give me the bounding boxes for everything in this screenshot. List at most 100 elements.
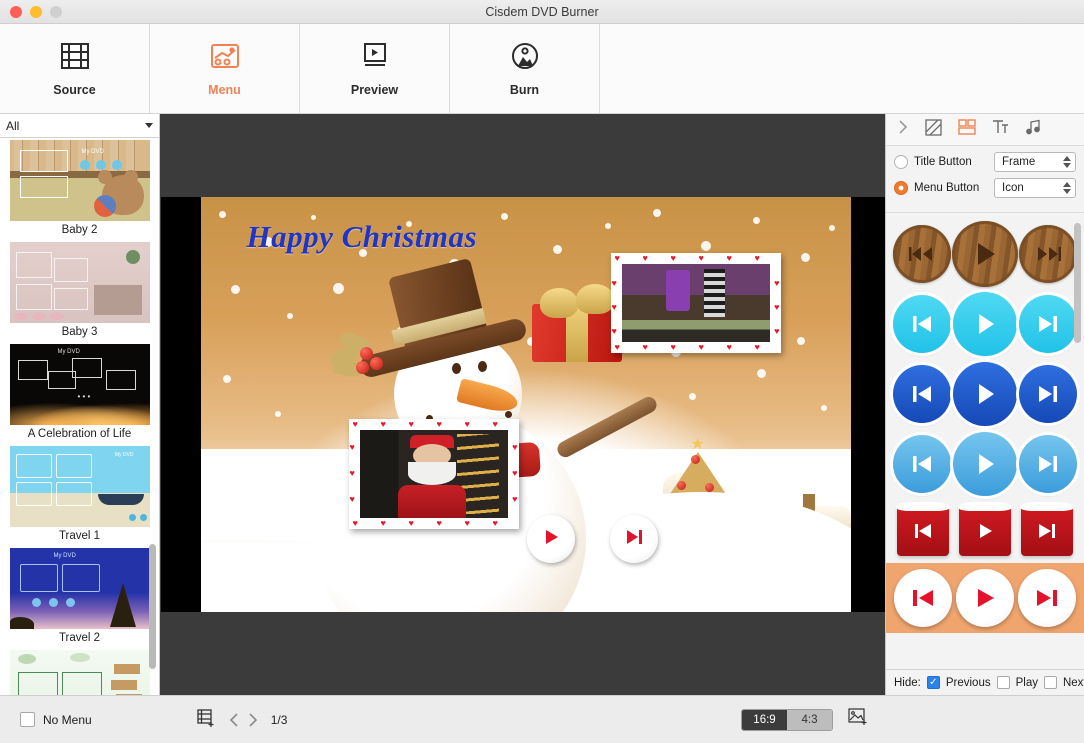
- toolbar-item-burn[interactable]: Burn: [450, 24, 600, 113]
- santa-thumbnail[interactable]: ♥♥ ♥♥ ♥♥ ♥♥ ♥♥ ♥♥ ♥♥ ♥ ♥♥ ♥: [349, 419, 519, 529]
- aspect-option-16-9[interactable]: 16:9: [742, 710, 787, 730]
- toolbar-item-preview[interactable]: Preview: [300, 24, 450, 113]
- toolbar-item-source[interactable]: Source: [0, 24, 150, 113]
- previous-button-sky[interactable]: [893, 435, 951, 493]
- menu-canvas[interactable]: ★: [201, 197, 851, 612]
- template-name: Baby 3: [4, 323, 155, 342]
- title-button-option[interactable]: Title Button Frame: [894, 152, 1076, 172]
- toolbar-item-menu[interactable]: Menu: [150, 24, 300, 113]
- menu-title[interactable]: Happy Christmas: [247, 219, 478, 255]
- title-button-select-value: Frame: [1002, 156, 1035, 168]
- layout-icon[interactable]: [958, 119, 976, 140]
- button-style-row-cyan[interactable]: [886, 289, 1084, 359]
- previous-button-red-square[interactable]: [897, 506, 949, 556]
- template-filter-dropdown[interactable]: All: [0, 114, 159, 138]
- background-icon[interactable]: [925, 119, 942, 141]
- film-strip-icon: [58, 41, 92, 76]
- add-image-icon[interactable]: [847, 707, 869, 732]
- previous-button-cyan[interactable]: [893, 295, 951, 353]
- template-name: A Celebration of Life: [4, 425, 155, 444]
- no-menu-group[interactable]: No Menu: [0, 712, 92, 727]
- toolbar-label-source: Source: [53, 83, 95, 97]
- hide-label: Hide:: [894, 677, 921, 689]
- menu-button-option[interactable]: Menu Button Icon: [894, 178, 1076, 198]
- template-item-a-celebration-of-life[interactable]: My DVD • • • A Celebration of Life: [0, 342, 159, 444]
- burn-disc-icon: [508, 41, 542, 76]
- canvas-letterbox: ★: [161, 197, 885, 612]
- page-nav-arrows[interactable]: [228, 712, 259, 728]
- sidebar-scrollbar[interactable]: [149, 544, 156, 669]
- title-button-radio[interactable]: [894, 155, 908, 169]
- hide-next-checkbox[interactable]: [1044, 676, 1057, 689]
- template-thumbnail: [10, 650, 150, 695]
- play-button-cyan[interactable]: [953, 292, 1017, 356]
- previous-button-wood[interactable]: [893, 225, 951, 283]
- stepper-icon: [1063, 182, 1071, 194]
- button-style-row-red-square[interactable]: [886, 499, 1084, 563]
- next-button-wood[interactable]: [1019, 225, 1077, 283]
- title-button-select[interactable]: Frame: [994, 152, 1076, 172]
- music-icon[interactable]: [1025, 119, 1042, 140]
- inspector-panel: Title Button Frame Menu Button Icon: [885, 114, 1084, 695]
- chevron-right-icon: [247, 712, 259, 728]
- chevron-left-icon: [228, 712, 240, 728]
- play-button-wood[interactable]: [952, 221, 1018, 287]
- next-button-white-circle[interactable]: [1018, 569, 1076, 627]
- menu-layout-icon: [208, 41, 242, 76]
- text-icon[interactable]: [992, 119, 1009, 140]
- template-thumbnail: My DVD • • •: [10, 344, 150, 425]
- template-item-baby-2[interactable]: My DVD Baby 2: [0, 138, 159, 240]
- canvas-wrapper: ★: [160, 114, 885, 695]
- menu-button-label: Menu Button: [914, 182, 988, 194]
- template-item-baby-3[interactable]: Baby 3: [0, 240, 159, 342]
- next-button-navy[interactable]: [1019, 365, 1077, 423]
- template-thumbnail: My DVD: [10, 140, 150, 221]
- main-body: All My DVD Baby 2: [0, 114, 1084, 695]
- no-menu-checkbox[interactable]: [20, 712, 35, 727]
- previous-button-navy[interactable]: [893, 365, 951, 423]
- hide-previous-label: Previous: [946, 677, 991, 689]
- canvas-next-button[interactable]: [610, 515, 658, 563]
- play-button-white-circle[interactable]: [956, 569, 1014, 627]
- next-button-sky[interactable]: [1019, 435, 1077, 493]
- inspector-toolbar: [886, 114, 1084, 146]
- canvas-play-button[interactable]: [527, 515, 575, 563]
- play-button-sky[interactable]: [953, 432, 1017, 496]
- collapse-chevron-icon[interactable]: [897, 119, 909, 140]
- toolbar-label-preview: Preview: [351, 83, 398, 97]
- no-menu-label: No Menu: [43, 713, 92, 727]
- hide-buttons-bar: Hide: Previous Play Next: [886, 669, 1084, 695]
- play-button-navy[interactable]: [953, 362, 1017, 426]
- button-style-grid[interactable]: [886, 213, 1084, 669]
- next-button-red-square[interactable]: [1021, 506, 1073, 556]
- next-button-cyan[interactable]: [1019, 295, 1077, 353]
- menu-button-radio[interactable]: [894, 181, 908, 195]
- menu-button-select[interactable]: Icon: [994, 178, 1076, 198]
- preview-stage: ★: [160, 114, 885, 695]
- bottom-bar: No Menu 1/3 16:9 4:3: [0, 695, 1084, 743]
- template-item-christmas[interactable]: Christmas: [0, 648, 159, 695]
- template-filter-value: All: [6, 119, 19, 133]
- button-style-row-sky[interactable]: [886, 429, 1084, 499]
- hide-play-label: Play: [1016, 677, 1038, 689]
- template-sidebar: All My DVD Baby 2: [0, 114, 160, 695]
- aspect-option-4-3[interactable]: 4:3: [787, 710, 832, 730]
- play-button-red-square[interactable]: [959, 506, 1011, 556]
- add-page-icon[interactable]: [196, 708, 216, 731]
- main-toolbar: Source Menu Preview: [0, 24, 1084, 114]
- button-style-row-navy[interactable]: [886, 359, 1084, 429]
- template-item-travel-2[interactable]: My DVD Travel 2: [0, 546, 159, 648]
- button-style-row-wood[interactable]: [886, 219, 1084, 289]
- title-button-label: Title Button: [914, 156, 988, 168]
- aspect-ratio-segmented[interactable]: 16:9 4:3: [741, 709, 833, 731]
- hide-previous-checkbox[interactable]: [927, 676, 940, 689]
- aspect-controls: 16:9 4:3: [741, 707, 869, 732]
- template-item-travel-1[interactable]: My DVD Travel 1: [0, 444, 159, 546]
- hide-play-checkbox[interactable]: [997, 676, 1010, 689]
- inspector-scrollbar[interactable]: [1074, 223, 1081, 343]
- template-list[interactable]: My DVD Baby 2: [0, 138, 159, 695]
- play-icon: [541, 527, 561, 552]
- previous-button-white-circle[interactable]: [894, 569, 952, 627]
- christmas-market-thumbnail[interactable]: ♥♥ ♥♥ ♥♥ ♥♥ ♥♥ ♥♥ ♥♥ ♥ ♥♥ ♥: [611, 253, 781, 353]
- button-style-row-white-circle[interactable]: [886, 563, 1084, 633]
